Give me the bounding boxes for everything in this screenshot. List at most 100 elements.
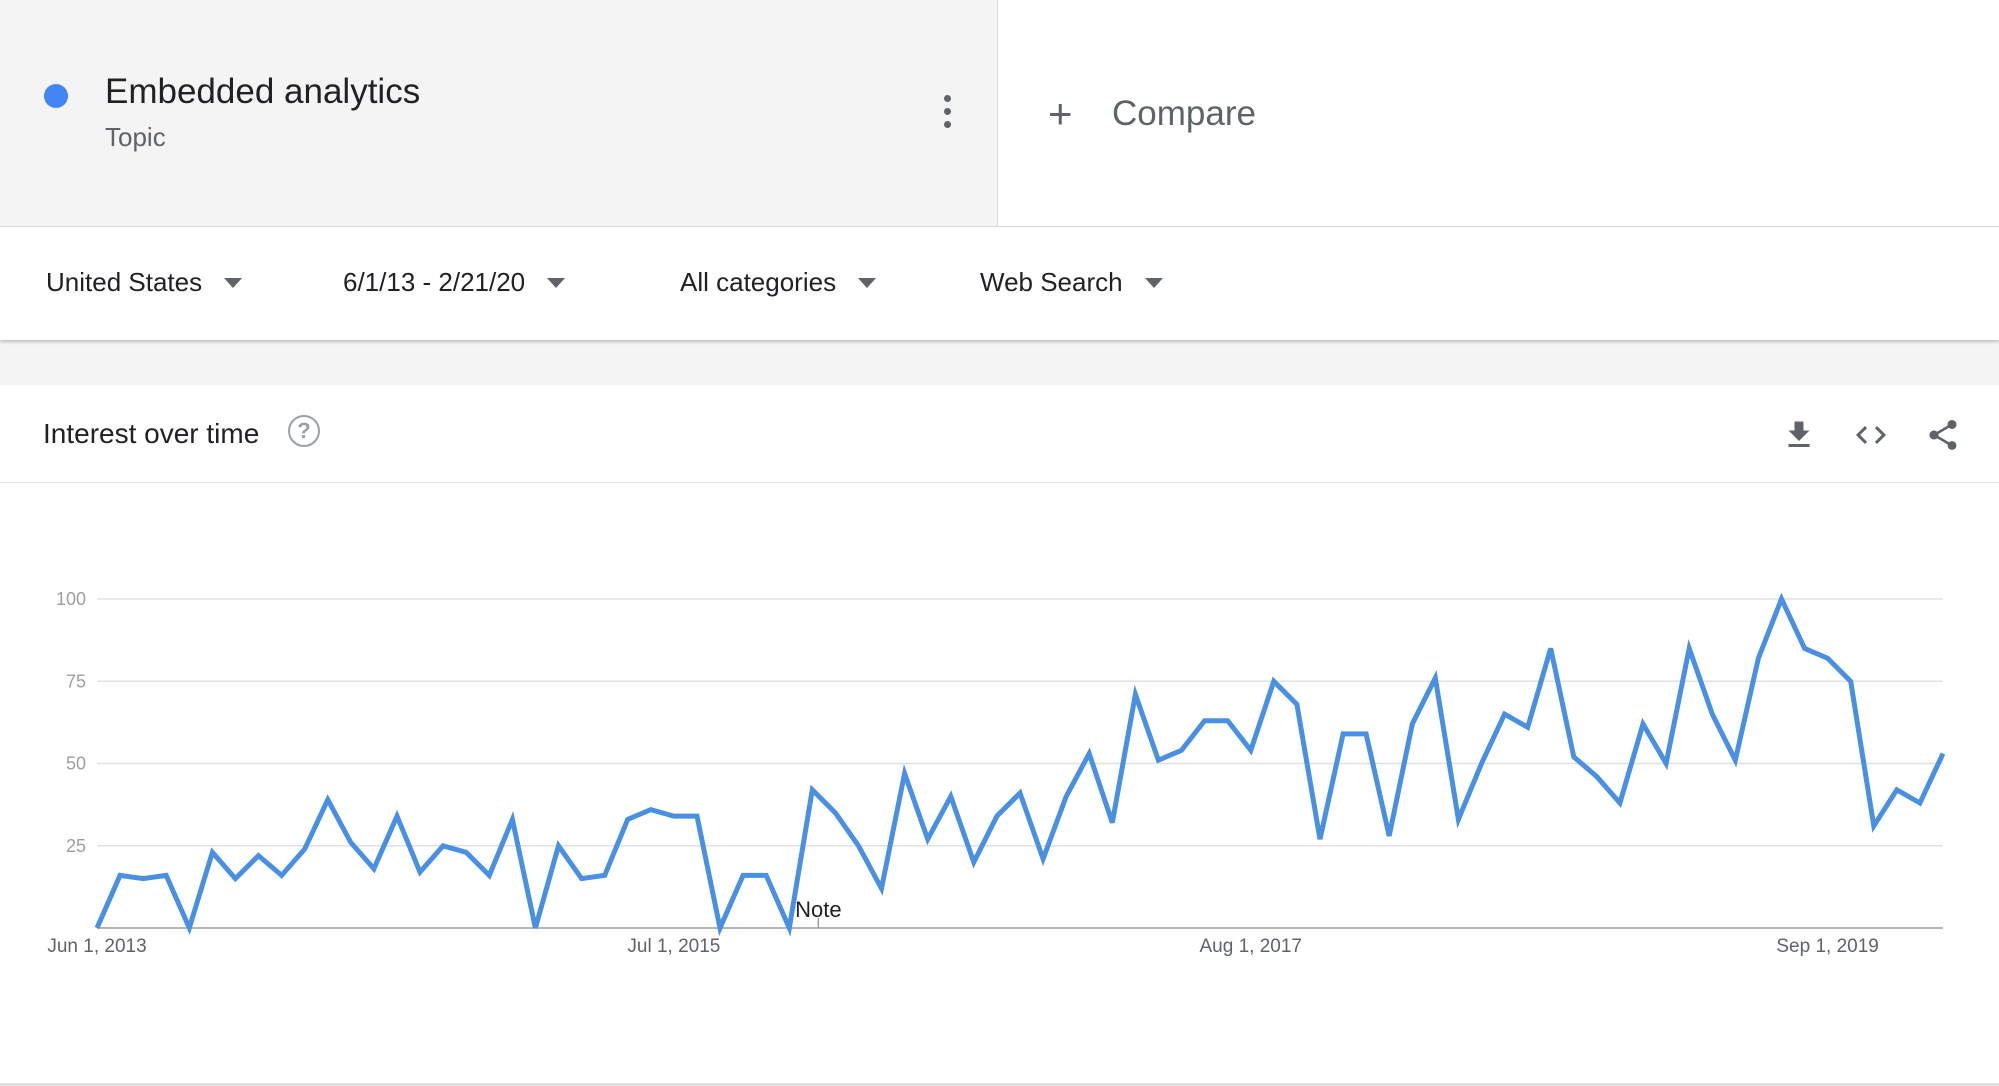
data-point <box>186 925 192 931</box>
data-point <box>902 770 908 776</box>
y-tick-label: 25 <box>66 836 86 856</box>
data-point <box>556 843 562 849</box>
data-point <box>1548 645 1554 651</box>
compare-button[interactable]: + Compare <box>1048 90 1256 137</box>
category-label: All categories <box>680 267 837 297</box>
data-point <box>1594 774 1600 780</box>
data-point <box>417 869 423 875</box>
term-bar: Embedded analytics Topic + Compare <box>0 0 1999 227</box>
data-point <box>532 925 538 931</box>
data-point <box>1340 731 1346 737</box>
data-point <box>740 872 746 878</box>
data-point <box>1294 701 1300 707</box>
data-point <box>1271 678 1277 684</box>
data-point <box>209 849 215 855</box>
data-point <box>763 872 769 878</box>
chevron-down-icon <box>858 277 877 288</box>
category-dropdown[interactable]: All categories <box>680 267 877 298</box>
data-point <box>579 876 585 882</box>
more-options-icon[interactable] <box>936 95 960 129</box>
data-point <box>971 859 977 865</box>
data-point <box>1732 757 1738 763</box>
x-tick-label: Sep 1, 2019 <box>1776 936 1878 957</box>
data-point <box>948 793 954 799</box>
data-point <box>1155 757 1161 763</box>
data-point <box>1017 790 1023 796</box>
data-point <box>1571 754 1577 760</box>
data-point <box>394 813 400 819</box>
data-point <box>1825 655 1831 661</box>
data-point <box>325 797 331 803</box>
data-point <box>671 813 677 819</box>
data-point <box>1132 691 1138 697</box>
chevron-down-icon <box>1144 277 1163 288</box>
y-tick-label: 50 <box>66 754 86 774</box>
data-point <box>625 816 631 822</box>
data-point <box>1894 787 1900 793</box>
data-point <box>117 872 123 878</box>
search-term-card[interactable]: Embedded analytics Topic <box>0 0 998 226</box>
data-point <box>1502 711 1508 717</box>
data-point <box>1848 678 1854 684</box>
data-point <box>1409 721 1415 727</box>
data-point <box>1248 747 1254 753</box>
data-point <box>463 849 469 855</box>
term-color-dot <box>44 84 68 108</box>
data-point <box>717 925 723 931</box>
data-point <box>1917 800 1923 806</box>
data-point <box>1386 833 1392 839</box>
data-point <box>1179 747 1185 753</box>
data-point <box>1109 820 1115 826</box>
data-point <box>1432 675 1438 681</box>
data-point <box>1755 655 1761 661</box>
interest-over-time-card: Interest over time ? 25 50 75 100 Jun 1, 201… <box>0 385 1999 1086</box>
plus-icon: + <box>1048 90 1073 137</box>
search-property-label: Web Search <box>980 267 1123 297</box>
data-point <box>855 843 861 849</box>
data-point <box>302 846 308 852</box>
data-point <box>1802 645 1808 651</box>
data-point <box>1455 816 1461 822</box>
y-tick-label: 75 <box>66 671 86 691</box>
y-tick-label: 100 <box>56 589 86 609</box>
data-point <box>371 866 377 872</box>
data-point <box>486 872 492 878</box>
data-point <box>1317 836 1323 842</box>
compare-label: Compare <box>1112 94 1256 133</box>
data-point <box>1686 645 1692 651</box>
data-point <box>1040 856 1046 862</box>
data-point <box>879 886 885 892</box>
chevron-down-icon <box>547 277 566 288</box>
search-property-dropdown[interactable]: Web Search <box>980 267 1163 298</box>
data-point <box>1525 724 1531 730</box>
date-range-dropdown[interactable]: 6/1/13 - 2/21/20 <box>343 267 566 298</box>
data-point <box>1225 718 1231 724</box>
data-point <box>1663 761 1669 767</box>
data-point <box>163 872 169 878</box>
data-point <box>1871 823 1877 829</box>
data-point <box>256 853 262 859</box>
data-point <box>1617 800 1623 806</box>
x-tick-label: Aug 1, 2017 <box>1200 936 1302 957</box>
data-point <box>1202 718 1208 724</box>
data-point <box>232 876 238 882</box>
region-dropdown[interactable]: United States <box>46 267 243 298</box>
data-point <box>94 925 100 931</box>
chevron-down-icon <box>224 277 243 288</box>
data-point <box>809 787 815 793</box>
interest-line-chart: 25 50 75 100 Jun 1, 2013 Jul 1, 2015 Aug 1, 20… <box>47 589 1946 957</box>
note-label: Note <box>795 897 841 922</box>
data-point <box>1709 711 1715 717</box>
data-point <box>348 839 354 845</box>
filter-bar: United States 6/1/13 - 2/21/20 All categ… <box>0 227 1999 340</box>
data-point <box>1063 793 1069 799</box>
data-point <box>602 872 608 878</box>
x-tick-label: Jun 1, 2013 <box>47 936 146 957</box>
data-point <box>786 925 792 931</box>
data-point <box>1479 761 1485 767</box>
date-range-label: 6/1/13 - 2/21/20 <box>343 267 526 297</box>
region-label: United States <box>46 267 203 297</box>
term-name[interactable]: Embedded analytics <box>105 72 420 112</box>
data-point <box>694 813 700 819</box>
data-point <box>1940 751 1946 757</box>
